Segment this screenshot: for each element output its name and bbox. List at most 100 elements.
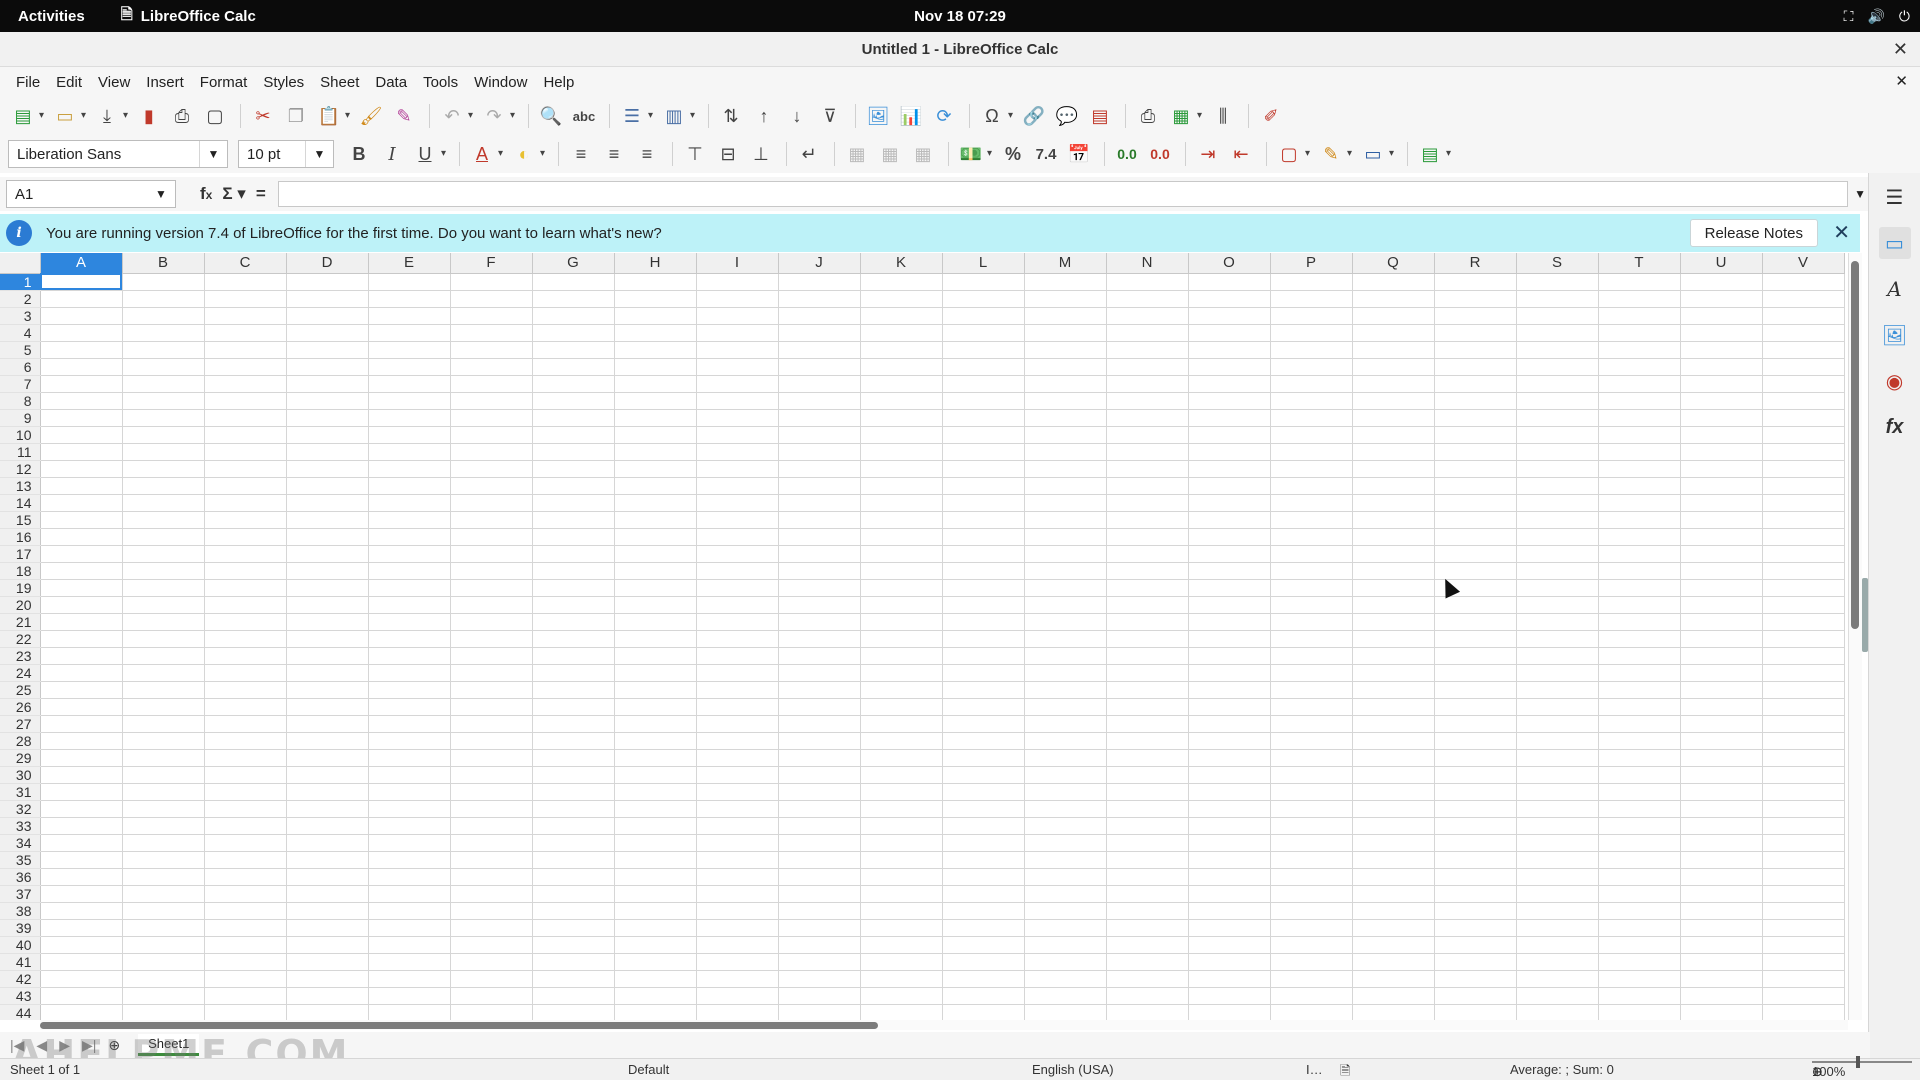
cell[interactable] [1024,851,1107,869]
cell[interactable] [1434,834,1517,852]
cell[interactable] [1516,749,1599,767]
cell[interactable] [122,800,205,818]
cell[interactable] [286,562,369,580]
cell[interactable] [532,358,615,376]
cell[interactable] [122,749,205,767]
cell[interactable] [40,970,123,988]
cell[interactable] [368,545,451,563]
selection-summary[interactable]: Average: ; Sum: 0 [1510,1062,1614,1077]
cell[interactable] [40,494,123,512]
row-header[interactable]: 34 [0,834,41,852]
cell[interactable] [1024,834,1107,852]
cell[interactable] [122,817,205,835]
cell[interactable] [122,596,205,614]
menu-insert[interactable]: Insert [138,74,192,91]
cell[interactable] [450,919,533,937]
cell[interactable] [696,732,779,750]
cell[interactable] [368,800,451,818]
cell[interactable] [450,528,533,546]
cell[interactable] [942,868,1025,886]
menu-view[interactable]: View [90,74,138,91]
cell[interactable] [1352,426,1435,444]
cell[interactable] [1024,290,1107,308]
cell[interactable] [614,477,697,495]
activities-button[interactable]: Activities [0,8,103,25]
cell[interactable] [1434,766,1517,784]
menu-format[interactable]: Format [192,74,256,91]
cell[interactable] [122,902,205,920]
cell[interactable] [942,987,1025,1005]
cell[interactable] [1024,579,1107,597]
cell[interactable] [450,732,533,750]
cell[interactable] [122,392,205,410]
cell[interactable] [1680,426,1763,444]
cell[interactable] [1188,800,1271,818]
cell[interactable] [1434,324,1517,342]
cell[interactable] [1352,732,1435,750]
cell[interactable] [1598,477,1681,495]
cell[interactable] [368,392,451,410]
cell[interactable] [1106,664,1189,682]
cell[interactable] [1516,987,1599,1005]
row-header[interactable]: 32 [0,800,41,818]
column-header[interactable]: L [942,253,1025,274]
cell[interactable] [204,834,287,852]
cell[interactable] [942,698,1025,716]
cell[interactable] [1188,868,1271,886]
cell[interactable] [696,681,779,699]
cell[interactable] [1024,1004,1107,1020]
cell[interactable] [614,800,697,818]
cell[interactable] [204,460,287,478]
comment-icon[interactable]: 💬 [1052,101,1082,131]
cell[interactable] [532,392,615,410]
cell[interactable] [286,579,369,597]
close-icon[interactable]: ✕ [1833,220,1850,245]
cell[interactable] [1024,409,1107,427]
cell[interactable] [204,528,287,546]
cell[interactable] [532,868,615,886]
cell[interactable] [286,307,369,325]
cell[interactable] [1352,1004,1435,1020]
cell[interactable] [1762,273,1845,291]
cell[interactable] [614,562,697,580]
cell[interactable] [450,426,533,444]
new-document-icon[interactable]: ▤ [8,101,44,131]
cell[interactable] [614,545,697,563]
cell[interactable] [204,749,287,767]
cell[interactable] [1106,630,1189,648]
cell[interactable] [1106,392,1189,410]
font-size-combo[interactable]: 10 pt ▼ [238,140,334,168]
cell[interactable] [1188,307,1271,325]
cell[interactable] [1270,1004,1353,1020]
cell[interactable] [1352,698,1435,716]
cell[interactable] [122,273,205,291]
cell[interactable] [1762,460,1845,478]
column-header[interactable]: Q [1352,253,1435,274]
cell[interactable] [1270,851,1353,869]
cell[interactable] [614,341,697,359]
cell[interactable] [286,630,369,648]
cell[interactable] [1270,766,1353,784]
cell[interactable] [1352,647,1435,665]
cell[interactable] [1352,749,1435,767]
cell[interactable] [1434,494,1517,512]
cell[interactable] [1762,290,1845,308]
cell[interactable] [1024,749,1107,767]
row-header[interactable]: 10 [0,426,41,444]
cell[interactable] [368,919,451,937]
cell[interactable] [450,681,533,699]
cell[interactable] [1352,936,1435,954]
cell[interactable] [368,528,451,546]
cell[interactable] [122,358,205,376]
system-tray[interactable]: ⛶ 🔊 ⏻ [1844,0,1910,32]
cell[interactable] [1680,545,1763,563]
column-header[interactable]: O [1188,253,1271,274]
cell[interactable] [1680,511,1763,529]
cell[interactable] [942,664,1025,682]
cell[interactable] [778,647,861,665]
cell[interactable] [40,919,123,937]
pivot-table-icon[interactable]: ⟳ [929,101,959,131]
cell[interactable] [122,494,205,512]
cell[interactable] [1106,817,1189,835]
cell[interactable] [1188,919,1271,937]
